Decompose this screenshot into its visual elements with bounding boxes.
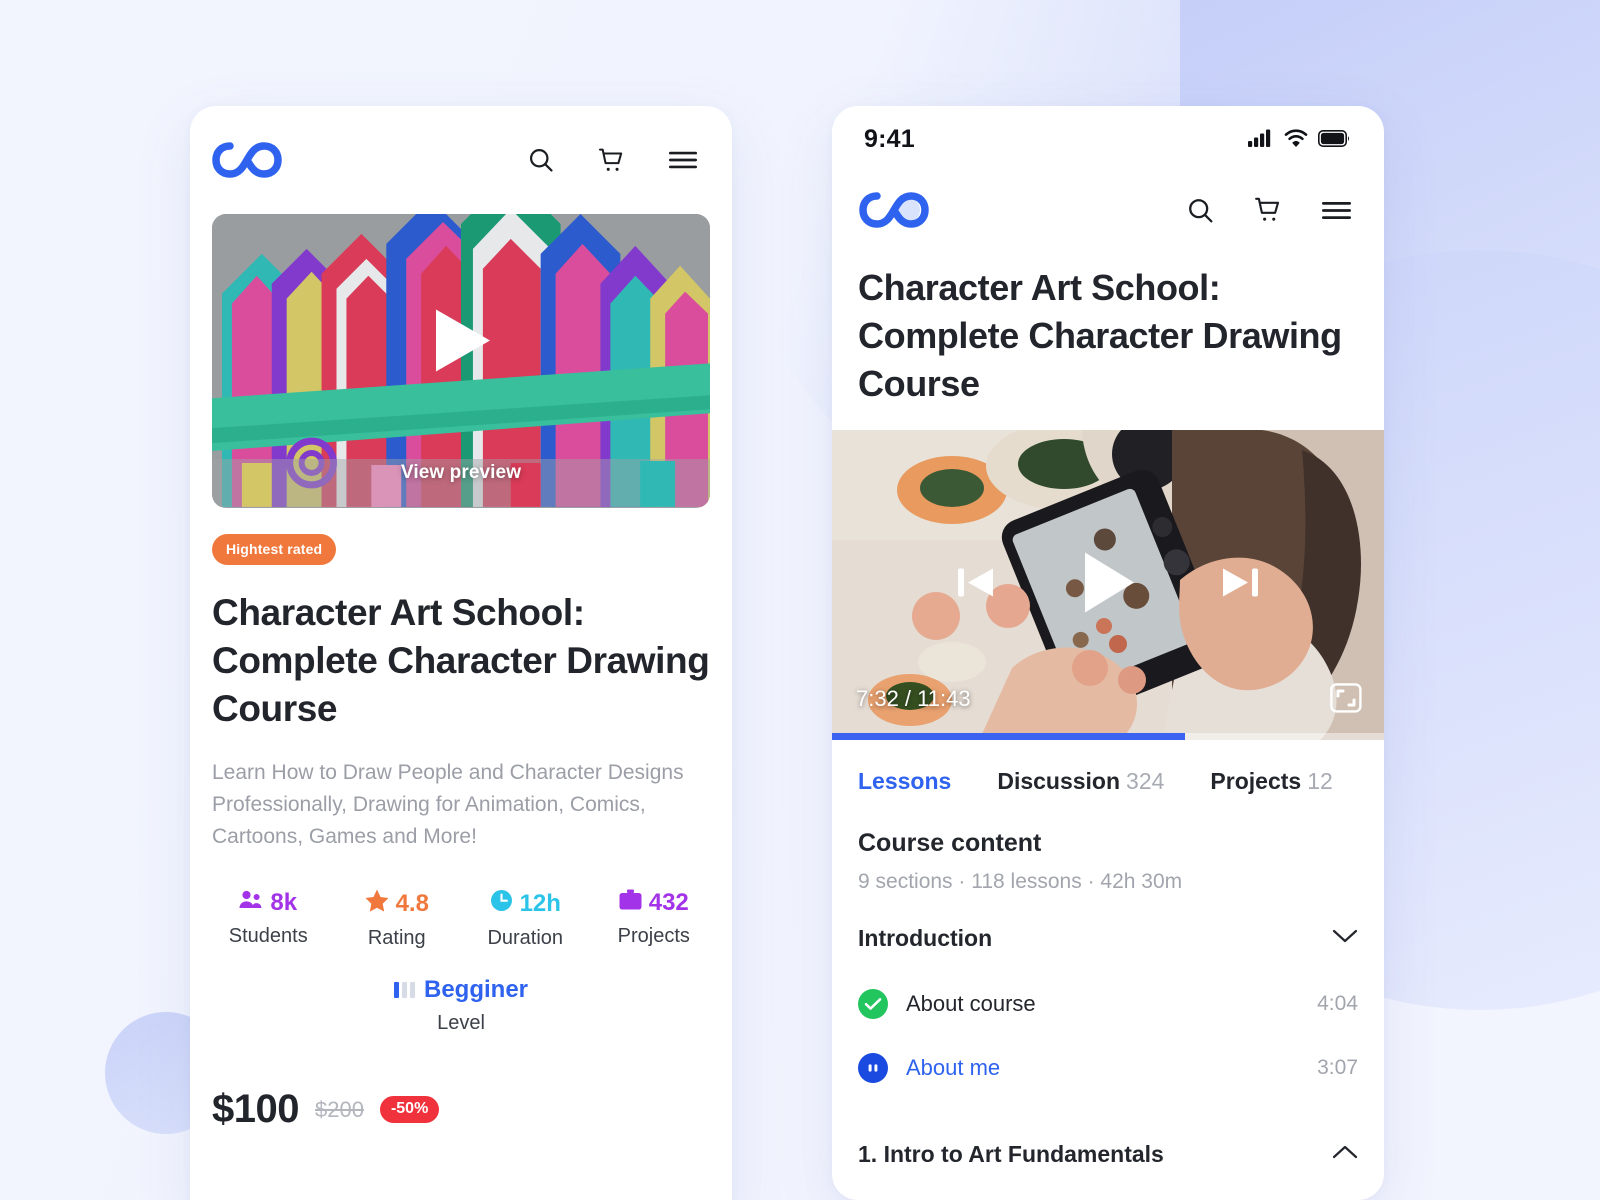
stat-value: 4.8 [395, 890, 429, 917]
video-progress-bar[interactable] [832, 732, 1384, 740]
chevron-down-icon[interactable] [1332, 928, 1358, 949]
cart-icon[interactable] [597, 146, 626, 175]
star-icon [365, 889, 389, 919]
video-controls [832, 549, 1384, 620]
search-icon[interactable] [1186, 196, 1215, 225]
course-stats: 8k Students 4.8 Rating 12h Duration 432 … [190, 853, 732, 950]
course-detail-card: View preview Hightest rated Character Ar… [190, 106, 732, 1200]
stat-projects: 432 Projects [590, 889, 719, 950]
course-level: Begginer Level [190, 950, 732, 1035]
course-content-meta: 9 sections · 118 lessons · 42h 30m [858, 869, 1183, 893]
stat-label: Students [228, 925, 308, 947]
status-time: 9:41 [864, 124, 915, 153]
video-timestamp: 7:32 / 11:43 [856, 685, 971, 711]
list-item[interactable]: About course 4:04 [832, 972, 1384, 1036]
course-player-phone: 9:41 Character Art School: Complete Char… [832, 106, 1384, 1200]
briefcase-icon [619, 889, 642, 917]
section-header-introduction[interactable]: Introduction [832, 906, 1384, 972]
wifi-icon [1284, 125, 1308, 154]
cart-icon[interactable] [1253, 195, 1283, 225]
pause-circle-icon [858, 1052, 888, 1083]
stat-label: Duration [487, 927, 564, 949]
video-progress-fill [832, 732, 1186, 740]
tab-count: 324 [1126, 767, 1165, 794]
price-row: $100 $200 -50% [190, 1035, 732, 1132]
previous-icon[interactable] [953, 559, 999, 610]
left-card-header [190, 106, 732, 214]
left-header-actions [527, 146, 698, 175]
tab-label: Discussion [997, 767, 1121, 794]
discount-badge: -50% [379, 1096, 440, 1123]
stat-label: Projects [617, 925, 690, 947]
cellular-signal-icon [1248, 125, 1274, 154]
level-value: Begginer [423, 976, 528, 1003]
price-current: $100 [212, 1087, 299, 1131]
page-title: Character Art School: Complete Character… [212, 592, 710, 730]
course-description: Learn How to Draw People and Character D… [212, 761, 684, 849]
price-original: $200 [314, 1096, 364, 1122]
tab-lessons[interactable]: Lessons [858, 768, 951, 795]
status-bar: 9:41 [832, 106, 1384, 172]
stat-students: 8k Students [204, 889, 333, 950]
lesson-duration: 4:04 [1317, 991, 1358, 1015]
clock-icon [490, 889, 513, 919]
lesson-title: About course [906, 990, 1036, 1016]
stat-value: 12h [519, 890, 561, 917]
infinity-logo[interactable] [858, 187, 930, 233]
level-bars-icon [393, 982, 415, 998]
badge-row: Hightest rated [190, 508, 732, 565]
fullscreen-icon[interactable] [1330, 682, 1362, 718]
check-circle-icon [858, 988, 888, 1019]
list-item[interactable]: About me 3:07 [832, 1036, 1384, 1100]
stat-rating: 4.8 Rating [333, 889, 462, 950]
section-title: Introduction [858, 925, 993, 952]
tab-projects[interactable]: Projects 12 [1210, 768, 1332, 795]
lesson-title: About me [906, 1054, 1001, 1080]
search-icon[interactable] [527, 146, 555, 174]
menu-icon[interactable] [668, 148, 698, 172]
lesson-video-player[interactable]: 7:32 / 11:43 [832, 429, 1384, 740]
tab-label: Projects [1210, 767, 1302, 794]
chevron-up-icon[interactable] [1332, 1144, 1358, 1165]
stat-label: Rating [367, 927, 426, 949]
stat-value: 8k [270, 889, 298, 916]
section-title: 1. Intro to Art Fundamentals [858, 1141, 1164, 1168]
menu-icon[interactable] [1321, 198, 1352, 223]
play-icon[interactable] [1079, 549, 1137, 620]
page-title: Character Art School: Complete Character… [858, 267, 1342, 404]
status-badge: Hightest rated [212, 534, 337, 565]
phone-header-actions [1186, 195, 1352, 225]
level-label: Level [437, 1012, 485, 1034]
course-preview-video[interactable]: View preview [212, 214, 710, 508]
phone-header [832, 172, 1384, 248]
preview-caption: View preview [400, 462, 522, 483]
content-tabs: Lessons Discussion 324 Projects 12 [832, 740, 1384, 795]
tab-discussion[interactable]: Discussion 324 [997, 768, 1164, 795]
tab-count: 12 [1307, 767, 1333, 794]
next-icon[interactable] [1217, 559, 1263, 610]
infinity-logo[interactable] [212, 137, 284, 183]
section-header-intro-art-fundamentals[interactable]: 1. Intro to Art Fundamentals [832, 1122, 1384, 1188]
stat-duration: 12h Duration [461, 889, 590, 950]
stat-value: 432 [648, 889, 689, 916]
play-icon[interactable] [428, 306, 494, 381]
students-icon [239, 889, 263, 917]
course-content-heading: Course content [858, 828, 1042, 857]
tab-label: Lessons [858, 767, 952, 794]
lesson-duration: 3:07 [1317, 1055, 1358, 1079]
battery-icon [1318, 125, 1350, 154]
